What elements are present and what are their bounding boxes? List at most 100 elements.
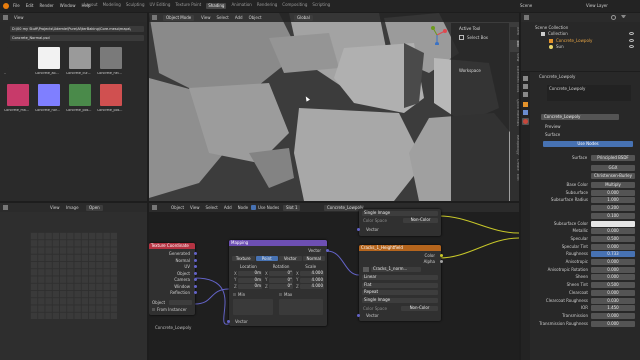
- visibility-eye-icon[interactable]: [629, 45, 634, 48]
- menu-render[interactable]: Render: [39, 4, 53, 8]
- viewport-editor-type-icon[interactable]: [152, 15, 157, 20]
- tool-tab-icon[interactable]: [523, 76, 528, 81]
- output-socket-icon[interactable]: [194, 278, 197, 281]
- tab-uv-editing[interactable]: UV Editing: [150, 3, 171, 9]
- sidebar-tab-quick-materials[interactable]: Quick Materials: [510, 99, 519, 134]
- mapping-rot-field[interactable]: 0°: [269, 284, 293, 289]
- file-thumbnail[interactable]: Concrete_ma...: [4, 84, 34, 119]
- bsdf-field-value[interactable]: [591, 220, 635, 227]
- top-node-projection[interactable]: Single Image: [362, 211, 438, 216]
- visibility-eye-icon[interactable]: [629, 39, 634, 42]
- sidebar-tab-create[interactable]: Create: [510, 159, 519, 173]
- mapping-loc-field[interactable]: 0m: [238, 284, 262, 289]
- bsdf-field-value[interactable]: 0.000: [591, 189, 635, 196]
- output-socket-icon[interactable]: [194, 284, 197, 288]
- bsdf-field-value[interactable]: 0.500: [591, 235, 635, 242]
- texture-coordinate-header[interactable]: Texture Coordinate: [149, 243, 195, 249]
- blender-logo-icon[interactable]: [3, 3, 9, 9]
- image-datablock-field[interactable]: Cracks_1_norm...: [371, 267, 421, 272]
- mapping-scale-field[interactable]: 4.000: [300, 271, 324, 276]
- distribution-dropdown[interactable]: GGX: [591, 165, 635, 171]
- bsdf-field-value[interactable]: 0.000: [591, 320, 635, 327]
- object-mode-dropdown[interactable]: Object Mode: [163, 15, 195, 21]
- menu-edit[interactable]: Edit: [26, 4, 34, 8]
- image-node-dropdown[interactable]: Repeat: [362, 290, 438, 295]
- tab-rendering[interactable]: Rendering: [257, 3, 277, 9]
- sidebar-tab-view[interactable]: View: [510, 53, 519, 65]
- bsdf-field-value[interactable]: 0.000: [591, 266, 635, 273]
- file-thumbnail[interactable]: Concrete_pos...: [66, 84, 96, 119]
- image-vector-socket-icon[interactable]: [357, 314, 360, 317]
- render-tab-icon[interactable]: [523, 84, 528, 89]
- uv-grid[interactable]: [30, 232, 117, 319]
- bsdf-field-value[interactable]: 0.733: [591, 251, 635, 258]
- preview-section[interactable]: Preview: [545, 125, 561, 129]
- mapping-loc-field[interactable]: 0m: [238, 271, 262, 276]
- orientation-dropdown[interactable]: Global: [294, 15, 313, 21]
- mapping-scale-field[interactable]: 4.000: [300, 277, 324, 283]
- mapping-scale-field[interactable]: 4.000: [300, 284, 324, 289]
- bsdf-field-value[interactable]: 0.000: [591, 243, 635, 250]
- mapping-type-point[interactable]: Point: [255, 256, 278, 261]
- bsdf-field-value[interactable]: Multiply: [591, 182, 635, 188]
- bsdf-field-value[interactable]: 0.000: [591, 274, 635, 281]
- output-socket-icon[interactable]: [194, 271, 197, 275]
- active-tool-header[interactable]: Active Tool: [459, 27, 480, 31]
- file-thumbnail[interactable]: Concrete_pos...: [97, 84, 127, 119]
- viewport-3d[interactable]: Object Mode View Select Add Object Global A…: [149, 13, 519, 201]
- viewport-menu-object[interactable]: Object: [249, 16, 262, 20]
- use-nodes-button[interactable]: Use Nodes: [543, 141, 633, 147]
- image-editor-view-menu[interactable]: View: [50, 206, 60, 210]
- material-slot-item[interactable]: Concrete_Lowpoly: [549, 87, 585, 91]
- sidebar-tab-tool[interactable]: Tool: [510, 40, 519, 52]
- image-editor-type-icon[interactable]: [3, 205, 8, 210]
- tab-compositing[interactable]: Compositing: [282, 3, 307, 9]
- image-node-header[interactable]: Cracks_1_Heightfield: [359, 245, 441, 251]
- output-tab-icon[interactable]: [523, 92, 528, 97]
- material-tab-icon[interactable]: [522, 118, 529, 125]
- mapping-type-texture[interactable]: Texture: [232, 256, 255, 261]
- menu-file[interactable]: File: [13, 4, 20, 8]
- scene-selector[interactable]: Scene: [520, 4, 532, 8]
- tab-texture-paint[interactable]: Texture Paint: [175, 3, 201, 9]
- file-name-field[interactable]: Concrete_Normal.psd: [10, 35, 144, 41]
- node-editor[interactable]: Object View Select Add Node Use Nodes Slot 1…: [149, 203, 519, 360]
- select-box-icon[interactable]: [459, 35, 464, 40]
- bsdf-field-value[interactable]: 0.000: [591, 289, 635, 296]
- vector-output-socket-icon[interactable]: [326, 249, 329, 252]
- outliner-filter-icon[interactable]: [621, 15, 626, 20]
- bsdf-field-value[interactable]: 0.030: [591, 297, 635, 304]
- output-socket-icon[interactable]: [194, 291, 197, 294]
- mapping-loc-field[interactable]: 0m: [238, 277, 262, 283]
- scene-collection-label[interactable]: Scene Collection: [535, 26, 568, 30]
- mapping-rot-field[interactable]: 0°: [269, 271, 293, 276]
- surface-shader-dropdown[interactable]: Principled BSDF: [591, 155, 635, 161]
- image-node-dropdown[interactable]: Single Image: [362, 297, 438, 303]
- modifier-tab-icon[interactable]: [523, 110, 528, 115]
- sidebar-tab-item[interactable]: Item: [510, 27, 519, 39]
- tab-modeling[interactable]: Modeling: [103, 3, 121, 9]
- image-browse-icon[interactable]: [363, 267, 369, 272]
- image-texture-node[interactable]: Cracks_1_Heightfield Color Alpha Cracks_…: [357, 245, 443, 321]
- tab-sculpting[interactable]: Sculpting: [126, 3, 145, 9]
- vector-socket-icon[interactable]: [357, 228, 360, 231]
- sidebar-tab-edit[interactable]: Edit: [510, 174, 519, 186]
- outliner-editor-icon[interactable]: [524, 15, 529, 20]
- mapping-header[interactable]: Mapping: [229, 240, 327, 246]
- visibility-eye-icon[interactable]: [629, 32, 634, 35]
- from-instancer-checkbox[interactable]: [152, 308, 155, 311]
- bsdf-field-value[interactable]: 0.000: [591, 259, 635, 265]
- tab-scripting[interactable]: Scripting: [312, 3, 330, 9]
- surface-section[interactable]: Surface: [545, 133, 560, 137]
- file-thumbnail[interactable]: Concrete_ao...: [35, 47, 65, 82]
- file-thumbnail[interactable]: Concrete_cur...: [66, 47, 96, 82]
- subsurface-method-dropdown[interactable]: Christensen-Burley: [591, 173, 635, 179]
- file-browser-view-menu[interactable]: View: [14, 16, 24, 20]
- image-node-dropdown[interactable]: Linear: [362, 275, 438, 280]
- output-socket-icon[interactable]: [194, 252, 197, 255]
- outliner-search-icon[interactable]: [611, 15, 616, 20]
- sidebar-tab-retopology[interactable]: Retopology: [510, 135, 519, 158]
- bsdf-field-value[interactable]: 0.200: [591, 205, 635, 212]
- tab-shading[interactable]: Shading: [206, 3, 227, 9]
- bsdf-field-value[interactable]: 1.450: [591, 305, 635, 312]
